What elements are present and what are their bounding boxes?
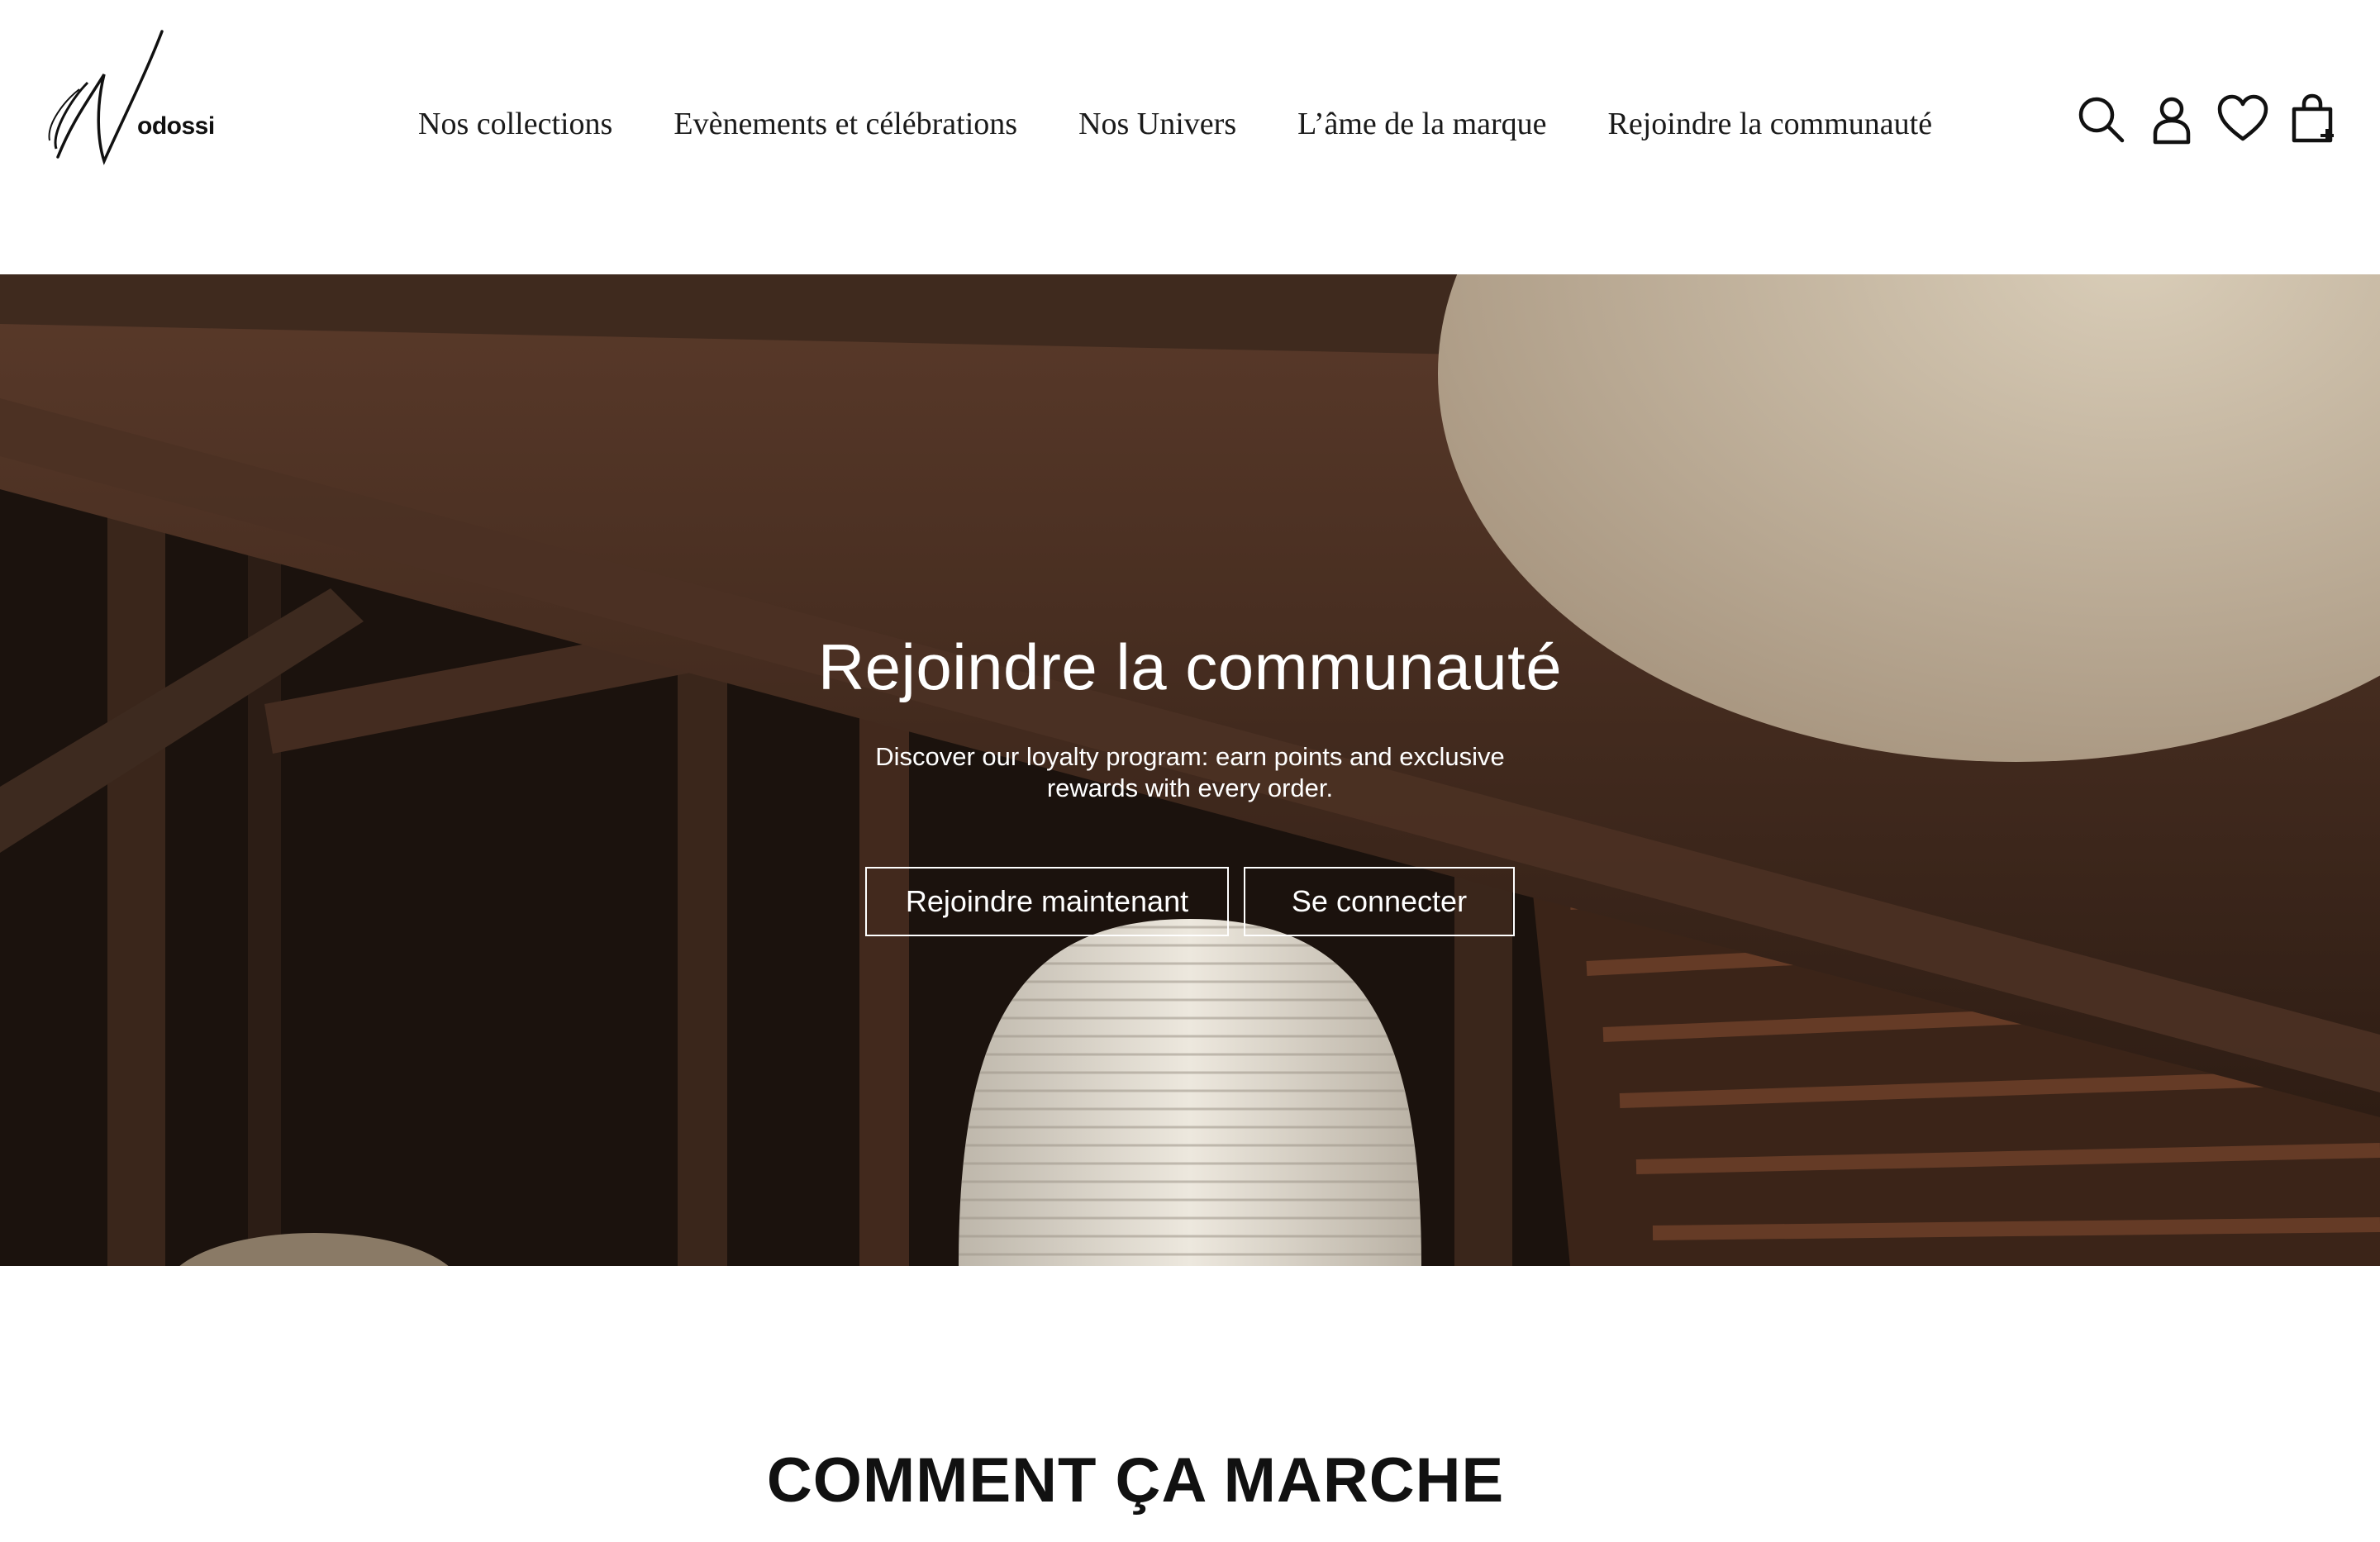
nav-item-brand-soul[interactable]: L’âme de la marque	[1297, 106, 1546, 142]
login-button[interactable]: Se connecter	[1244, 867, 1515, 936]
user-icon[interactable]	[2145, 93, 2198, 145]
hero-description: Discover our loyalty program: earn point…	[875, 742, 1505, 802]
search-icon[interactable]	[2074, 93, 2127, 145]
logo-script-mark	[48, 30, 164, 165]
site-header: odossi Nos collections Evènements et cél…	[0, 0, 2380, 274]
nav-item-community[interactable]: Rejoindre la communauté	[1608, 106, 1933, 142]
nav-item-collections[interactable]: Nos collections	[418, 106, 612, 142]
community-hero: Rejoindre la communauté Discover our loy…	[0, 274, 2380, 1266]
hero-content: Rejoindre la communauté Discover our loy…	[0, 630, 2380, 936]
brand-logo[interactable]: odossi	[46, 25, 215, 165]
hero-title: Rejoindre la communauté	[817, 631, 1563, 703]
join-now-button[interactable]: Rejoindre maintenant	[865, 867, 1229, 936]
shopping-bag-icon[interactable]	[2286, 93, 2339, 145]
main-nav: Nos collections Evènements et célébratio…	[418, 106, 1932, 142]
hero-buttons: Rejoindre maintenant Se connecter	[0, 867, 2380, 936]
brand-wordmark: odossi	[137, 112, 215, 140]
how-it-works-title-text: COMMENT ÇA MARCHE	[766, 1445, 1505, 1516]
how-it-works-title: COMMENT ÇA MARCHE	[0, 1444, 2380, 1516]
nav-item-events[interactable]: Evènements et célébrations	[674, 106, 1017, 142]
heart-icon[interactable]	[2216, 93, 2269, 145]
nav-item-universes[interactable]: Nos Univers	[1078, 106, 1236, 142]
header-actions	[2074, 93, 2339, 145]
